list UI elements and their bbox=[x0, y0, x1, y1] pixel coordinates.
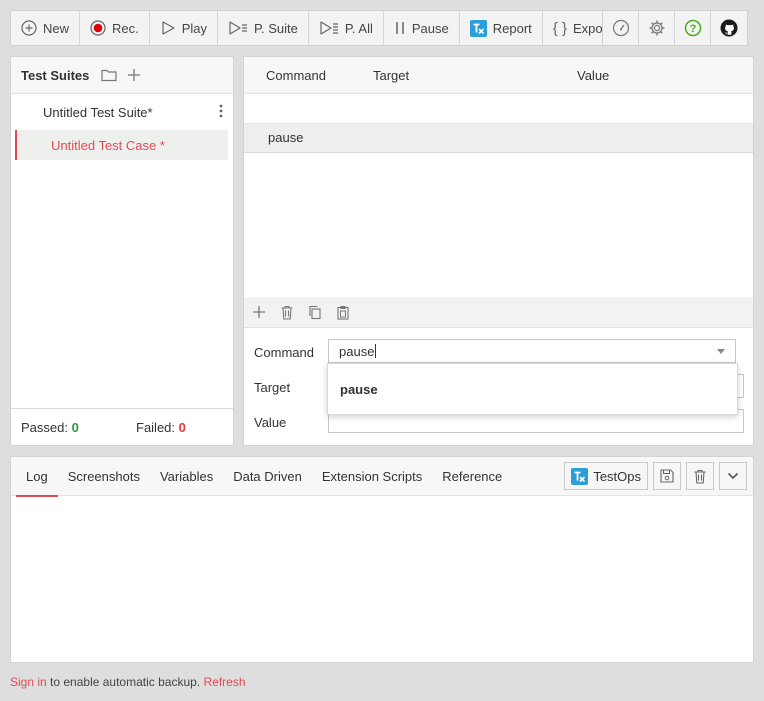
test-suites-header: Test Suites bbox=[11, 57, 233, 94]
header-target: Target bbox=[373, 68, 410, 83]
header-value: Value bbox=[577, 68, 610, 83]
clear-log-button[interactable] bbox=[686, 462, 714, 490]
record-label: Rec. bbox=[112, 20, 139, 36]
play-suite-label: P. Suite bbox=[254, 20, 298, 36]
trash-icon bbox=[693, 469, 707, 484]
command-row[interactable]: pause bbox=[244, 124, 753, 153]
header-command: Command bbox=[266, 68, 326, 83]
test-case-name: Untitled Test Case * bbox=[51, 137, 165, 153]
command-autocomplete-option[interactable]: pause bbox=[327, 363, 738, 415]
failed-count: Failed: 0 bbox=[136, 420, 186, 435]
test-suite-name: Untitled Test Suite* bbox=[43, 104, 153, 120]
copy-icon[interactable] bbox=[308, 305, 322, 320]
tab-screenshots-label: Screenshots bbox=[67, 468, 140, 484]
play-all-label: P. All bbox=[344, 20, 373, 36]
test-suites-title: Test Suites bbox=[21, 67, 90, 83]
record-button[interactable]: Rec. bbox=[80, 11, 150, 45]
add-suite-icon[interactable] bbox=[127, 68, 141, 82]
command-input-value: pause bbox=[339, 343, 375, 359]
command-input[interactable]: pause bbox=[328, 339, 736, 363]
value-label: Value bbox=[254, 415, 287, 430]
sign-in-link[interactable]: Sign in bbox=[10, 675, 47, 689]
settings-button[interactable] bbox=[639, 11, 675, 45]
play-icon bbox=[160, 20, 176, 36]
play-all-icon bbox=[319, 20, 339, 36]
failed-label: Failed: bbox=[136, 419, 176, 435]
testops-logo-icon bbox=[571, 467, 589, 485]
command-cell: pause bbox=[268, 130, 304, 145]
play-suite-button[interactable]: P. Suite bbox=[218, 11, 309, 45]
command-grid-header: Command Target Value bbox=[244, 57, 753, 94]
save-icon bbox=[660, 469, 674, 483]
kebab-menu-icon[interactable] bbox=[219, 104, 223, 121]
pause-button[interactable]: Pause bbox=[384, 11, 460, 45]
target-label: Target bbox=[254, 380, 291, 395]
tab-data-driven-label: Data Driven bbox=[233, 468, 302, 484]
grid-toolbar bbox=[244, 297, 753, 328]
log-panel: Log Screenshots Variables Data Driven Ex… bbox=[10, 456, 754, 663]
record-icon bbox=[90, 20, 106, 36]
new-label: New bbox=[43, 20, 70, 36]
speedometer-icon bbox=[612, 19, 630, 37]
test-case-item[interactable]: Untitled Test Case * bbox=[15, 130, 228, 160]
tab-extension-scripts[interactable]: Extension Scripts bbox=[312, 457, 432, 496]
tab-reference[interactable]: Reference bbox=[432, 457, 512, 496]
play-button[interactable]: Play bbox=[150, 11, 219, 45]
trash-icon[interactable] bbox=[280, 305, 294, 320]
pause-icon bbox=[394, 20, 406, 36]
testops-logo-icon bbox=[469, 19, 487, 37]
failed-value: 0 bbox=[178, 419, 186, 435]
autocomplete-option-label: pause bbox=[340, 381, 378, 397]
save-log-button[interactable] bbox=[653, 462, 681, 490]
report-label: Report bbox=[492, 20, 532, 36]
tab-data-driven[interactable]: Data Driven bbox=[223, 457, 312, 496]
tab-screenshots[interactable]: Screenshots bbox=[58, 457, 150, 496]
new-button[interactable]: New bbox=[11, 11, 81, 45]
speed-button[interactable] bbox=[603, 11, 639, 45]
passed-count: Passed: 0 bbox=[21, 420, 136, 435]
tab-reference-label: Reference bbox=[442, 468, 503, 484]
log-actions: TestOps bbox=[559, 462, 747, 490]
folder-icon[interactable] bbox=[101, 68, 117, 82]
dropdown-arrow-icon[interactable] bbox=[717, 349, 725, 354]
main-toolbar: New Rec. Play P. Suite P. All Pause Repo… bbox=[10, 10, 622, 46]
add-command-icon[interactable] bbox=[252, 305, 266, 319]
test-suite-item[interactable]: Untitled Test Suite* bbox=[11, 94, 233, 130]
tab-log-label: Log bbox=[26, 468, 48, 484]
help-icon: ? bbox=[684, 19, 702, 37]
help-button[interactable]: ? bbox=[675, 11, 711, 45]
bottom-tabs: Log Screenshots Variables Data Driven Ex… bbox=[11, 457, 753, 497]
collapse-panel-button[interactable] bbox=[719, 462, 747, 490]
testops-button[interactable]: TestOps bbox=[564, 462, 648, 490]
empty-command-row[interactable] bbox=[244, 94, 753, 124]
chevron-down-icon bbox=[727, 472, 739, 480]
test-suites-panel: Test Suites Untitled Test Suite* Untitle… bbox=[10, 56, 234, 446]
tab-log[interactable]: Log bbox=[16, 457, 58, 497]
secondary-toolbar: ? bbox=[602, 10, 748, 46]
report-button[interactable]: Report bbox=[460, 11, 543, 45]
play-label: Play bbox=[181, 20, 208, 36]
github-button[interactable] bbox=[711, 11, 747, 45]
plus-circle-icon bbox=[21, 20, 37, 36]
text-caret bbox=[375, 344, 377, 358]
pause-label: Pause bbox=[411, 20, 449, 36]
command-label: Command bbox=[254, 345, 314, 360]
testops-label: TestOps bbox=[593, 468, 641, 484]
paste-icon[interactable] bbox=[336, 305, 350, 320]
backup-message: to enable automatic backup. bbox=[46, 675, 204, 689]
tab-extension-scripts-label: Extension Scripts bbox=[321, 468, 423, 484]
results-footer: Passed: 0 Failed: 0 bbox=[11, 408, 233, 445]
tab-variables[interactable]: Variables bbox=[150, 457, 223, 496]
tab-variables-label: Variables bbox=[159, 468, 214, 484]
passed-value: 0 bbox=[71, 419, 79, 435]
svg-text:?: ? bbox=[689, 23, 696, 35]
curly-braces-icon: { } bbox=[552, 19, 567, 37]
play-all-button[interactable]: P. All bbox=[309, 11, 384, 45]
refresh-link[interactable]: Refresh bbox=[203, 675, 245, 689]
passed-label: Passed: bbox=[21, 419, 68, 435]
gear-icon bbox=[648, 19, 666, 37]
github-icon bbox=[720, 19, 738, 37]
backup-status: Sign in to enable automatic backup. Refr… bbox=[10, 675, 246, 689]
play-list-icon bbox=[228, 20, 248, 36]
